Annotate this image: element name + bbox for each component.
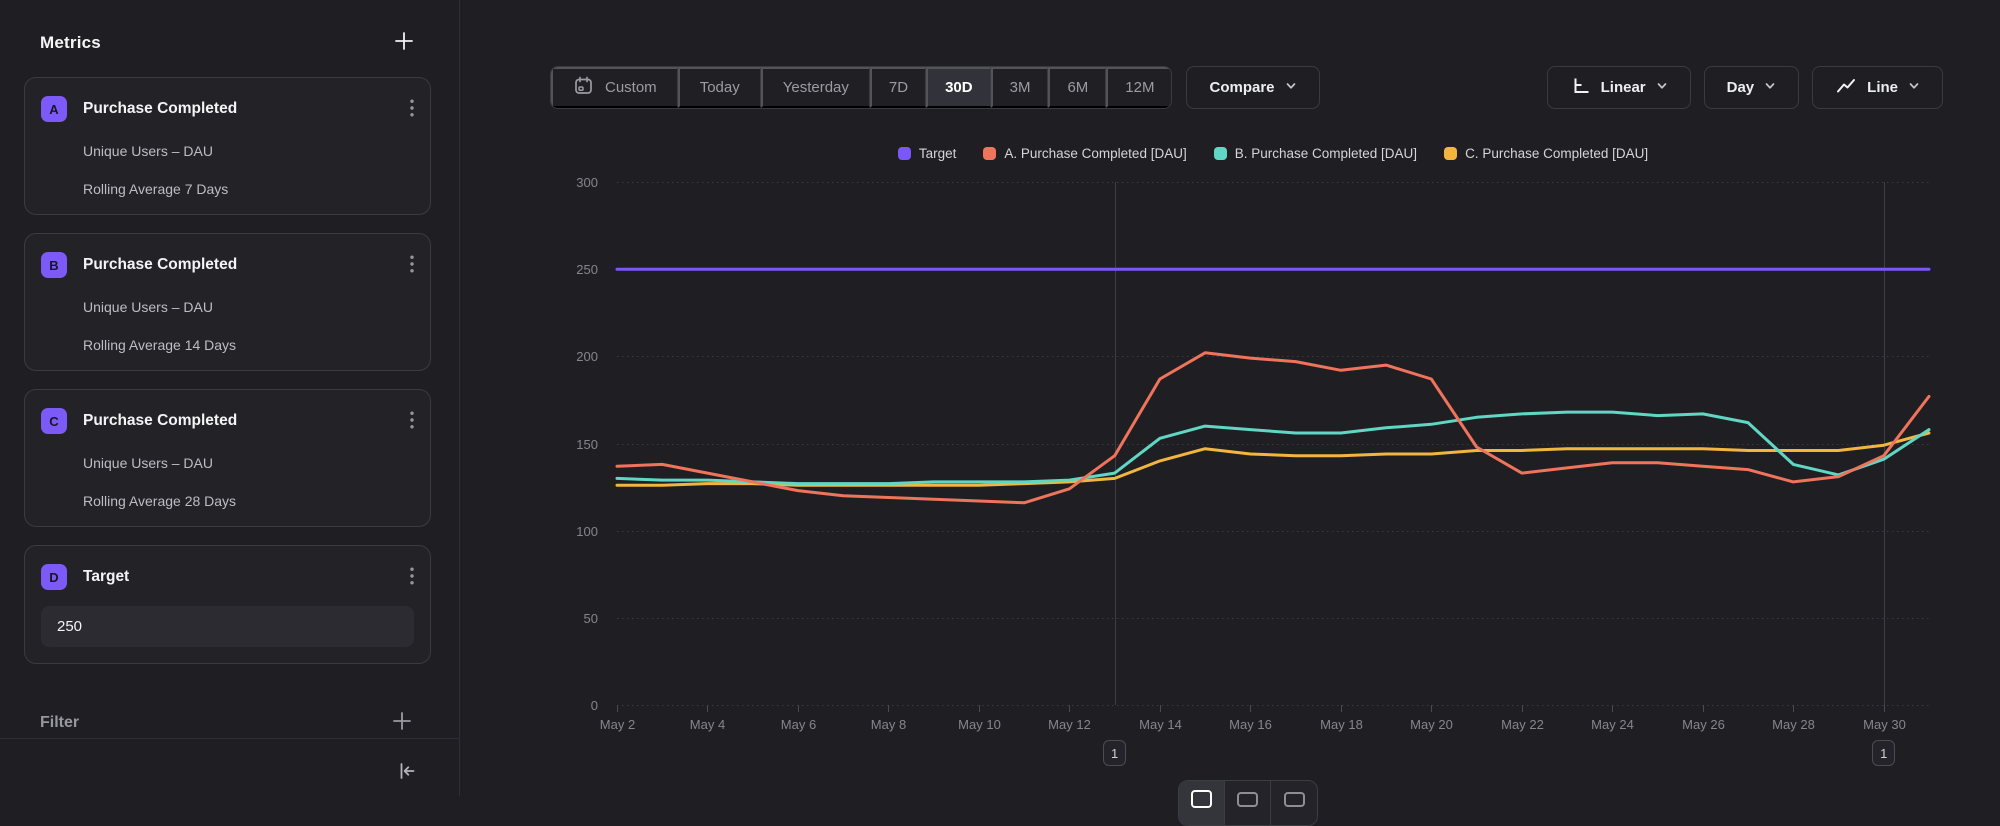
x-tick-label: May 26	[1682, 717, 1725, 732]
add-metric-button[interactable]	[393, 30, 415, 55]
plus-icon	[393, 30, 415, 55]
annotation-marker[interactable]: 1	[1103, 740, 1126, 766]
x-tick-label: May 8	[871, 717, 906, 732]
x-tick-label: May 20	[1410, 717, 1453, 732]
x-tick-label: May 10	[958, 717, 1001, 732]
chart-size-toggle-group	[1178, 780, 1318, 826]
plus-icon	[391, 710, 413, 735]
annotation-marker[interactable]: 1	[1872, 740, 1895, 766]
metric-measurement[interactable]: Unique Users – DAU	[83, 455, 414, 472]
chart-size-medium-button[interactable]	[1225, 781, 1271, 825]
metric-measurement[interactable]: Unique Users – DAU	[83, 143, 414, 160]
metrics-line-chart[interactable]: 0 50 100 150 200 250 300 May 2 May 4 May 6 May 8 Ma…	[460, 0, 2000, 796]
y-tick-label: 200	[576, 349, 598, 364]
kebab-icon	[410, 567, 414, 588]
y-tick-label: 250	[576, 262, 598, 277]
y-tick-label: 300	[576, 175, 598, 190]
metric-card-b[interactable]: B Purchase Completed Unique Users – DAU …	[24, 233, 431, 371]
chart-panel: Custom Today Yesterday 7D 30D 3M 6M 12M …	[460, 0, 2000, 796]
series-line-B. Purchase Completed [DAU]	[617, 412, 1929, 484]
metric-card-a[interactable]: A Purchase Completed Unique Users – DAU …	[24, 77, 431, 215]
chart-size-large-button[interactable]	[1179, 781, 1225, 825]
filter-title: Filter	[40, 714, 79, 732]
y-tick-label: 50	[584, 611, 598, 626]
filter-section-header: Filter	[40, 710, 413, 735]
metric-measurement[interactable]: Unique Users – DAU	[83, 299, 414, 316]
y-tick-label: 150	[576, 437, 598, 452]
y-tick-label: 0	[591, 698, 598, 713]
rect-large-icon	[1191, 790, 1212, 808]
x-tick-label: May 18	[1320, 717, 1363, 732]
metric-menu-button[interactable]	[410, 99, 414, 120]
x-tick-label: May 6	[781, 717, 816, 732]
metric-title: Target	[83, 564, 410, 590]
y-tick-label: 100	[576, 524, 598, 539]
sidebar-footer	[0, 738, 459, 796]
chart-size-small-button[interactable]	[1271, 781, 1317, 825]
metric-card-c[interactable]: C Purchase Completed Unique Users – DAU …	[24, 389, 431, 527]
metric-title: Purchase Completed	[83, 408, 410, 434]
kebab-icon	[410, 99, 414, 120]
series-line-C. Purchase Completed [DAU]	[617, 433, 1929, 485]
metric-transform[interactable]: Rolling Average 28 Days	[83, 493, 414, 510]
target-value-input[interactable]	[41, 606, 414, 647]
metric-badge: B	[41, 252, 67, 278]
x-tick-label: May 4	[690, 717, 725, 732]
x-tick-label: May 16	[1229, 717, 1272, 732]
metric-transform[interactable]: Rolling Average 7 Days	[83, 181, 414, 198]
x-tick-label: May 14	[1139, 717, 1182, 732]
metric-menu-button[interactable]	[410, 255, 414, 276]
x-tick-label: May 30	[1863, 717, 1906, 732]
kebab-icon	[410, 255, 414, 276]
sidebar-header: Metrics	[0, 0, 459, 77]
metric-badge: D	[41, 564, 67, 590]
metric-title: Purchase Completed	[83, 96, 410, 122]
rect-small-icon	[1284, 792, 1305, 807]
x-tick-label: May 2	[600, 717, 635, 732]
metric-transform[interactable]: Rolling Average 14 Days	[83, 337, 414, 354]
metric-card-list: A Purchase Completed Unique Users – DAU …	[0, 77, 459, 664]
x-tick-label: May 24	[1591, 717, 1634, 732]
metrics-title: Metrics	[40, 33, 101, 53]
collapse-sidebar-button[interactable]	[397, 761, 417, 784]
metric-menu-button[interactable]	[410, 411, 414, 432]
series-line-A. Purchase Completed [DAU]	[617, 353, 1929, 503]
metric-badge: C	[41, 408, 67, 434]
metrics-sidebar: Metrics A Purchase Completed Unique User…	[0, 0, 460, 796]
collapse-left-icon	[397, 761, 417, 784]
metric-title: Purchase Completed	[83, 252, 410, 278]
add-filter-button[interactable]	[391, 710, 413, 735]
x-tick-label: May 12	[1048, 717, 1091, 732]
x-tick-label: May 22	[1501, 717, 1544, 732]
metric-badge: A	[41, 96, 67, 122]
metric-menu-button[interactable]	[410, 567, 414, 588]
kebab-icon	[410, 411, 414, 432]
metric-card-d-target[interactable]: D Target	[24, 545, 431, 664]
x-tick-label: May 28	[1772, 717, 1815, 732]
rect-medium-icon	[1237, 792, 1258, 807]
